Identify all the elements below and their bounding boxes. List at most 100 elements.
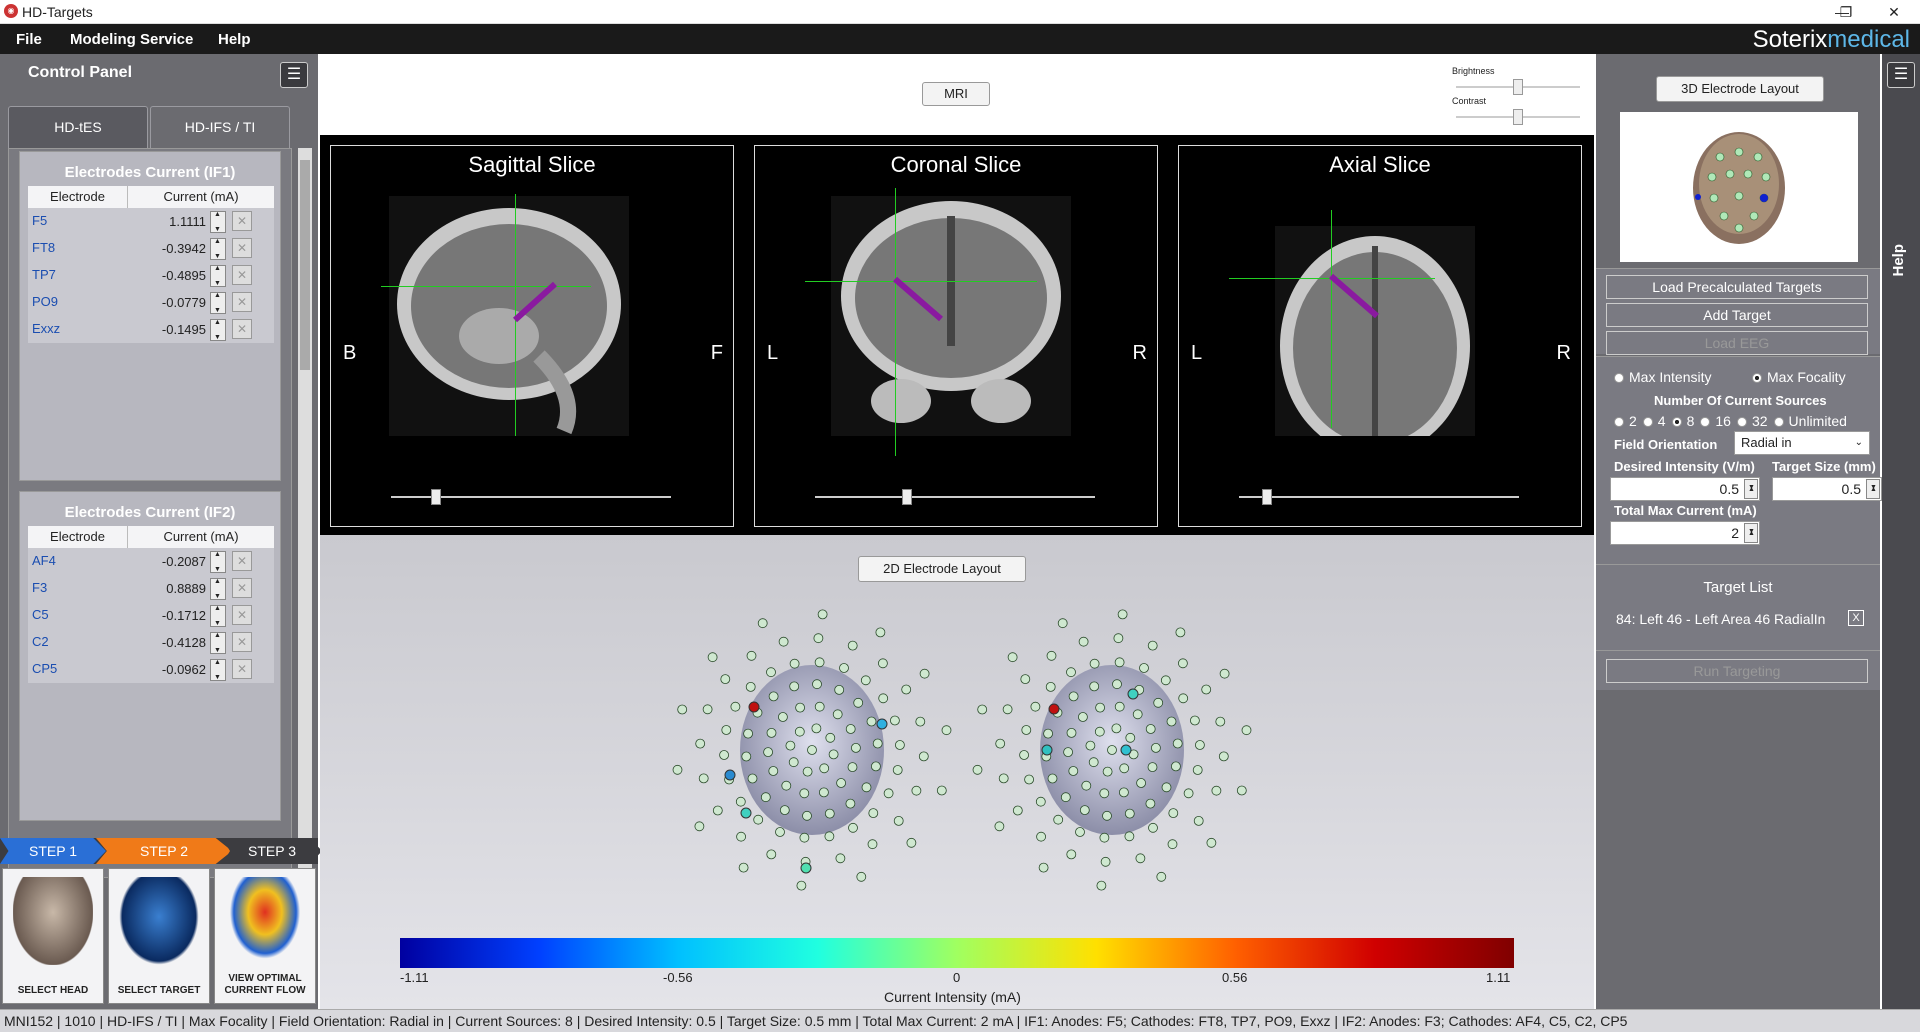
remove-electrode-button[interactable]: ✕ <box>232 551 252 571</box>
electrode-dot[interactable] <box>813 633 824 644</box>
electrode-dot[interactable] <box>1094 726 1105 737</box>
electrode-dot[interactable] <box>918 751 929 762</box>
electrode-dot[interactable] <box>1135 853 1146 864</box>
num-sources-option[interactable]: 4 <box>1642 413 1666 429</box>
electrode-dot[interactable] <box>1077 712 1088 722</box>
scrollbar-thumb[interactable] <box>300 160 310 370</box>
electrode-dot[interactable] <box>1168 808 1179 819</box>
layout-2d-button[interactable]: 2D Electrode Layout <box>858 556 1026 582</box>
current-spinner[interactable] <box>210 292 226 314</box>
electrode-dot[interactable] <box>747 773 758 784</box>
electrode-dot[interactable] <box>1043 728 1054 739</box>
tab-hd-ifs-ti[interactable]: HD-IFS / TI <box>150 106 290 148</box>
electrode-dot[interactable] <box>1078 636 1089 647</box>
electrode-dot[interactable] <box>832 709 843 720</box>
electrode-dot[interactable] <box>1068 766 1079 776</box>
cathode-electrode[interactable] <box>740 807 752 819</box>
num-sources-radio[interactable] <box>1671 417 1682 427</box>
electrode-name[interactable]: AF4 <box>32 553 56 568</box>
electrode-dot[interactable] <box>883 788 894 799</box>
electrode-dot[interactable] <box>1153 697 1164 708</box>
electrode-dot[interactable] <box>1178 658 1188 669</box>
electrode-dot[interactable] <box>1063 747 1074 758</box>
electrode-dot[interactable] <box>730 701 741 712</box>
cathode-electrode[interactable] <box>1120 744 1132 756</box>
electrode-dot[interactable] <box>825 732 836 743</box>
electrode-name[interactable]: TP7 <box>32 267 56 282</box>
electrode-dot[interactable] <box>817 609 828 620</box>
remove-electrode-button[interactable]: ✕ <box>232 319 252 339</box>
electrode-dot[interactable] <box>919 668 930 679</box>
electrode-dot[interactable] <box>1206 837 1217 848</box>
electrode-dot[interactable] <box>1096 880 1107 891</box>
cathode-electrode[interactable] <box>724 769 736 781</box>
field-orientation-select[interactable]: Radial in ⌄ <box>1734 431 1870 455</box>
electrode-dot[interactable] <box>1021 725 1032 735</box>
electrode-dot[interactable] <box>794 726 805 737</box>
cathode-electrode[interactable] <box>1041 744 1053 756</box>
select-target-card[interactable]: SELECT TARGET <box>108 868 210 1004</box>
electrode-dot[interactable] <box>1145 798 1156 809</box>
contrast-thumb[interactable] <box>1513 109 1523 125</box>
menu-modeling-service[interactable]: Modeling Service <box>70 31 193 48</box>
electrode-dot[interactable] <box>1124 808 1135 819</box>
electrode-dot[interactable] <box>866 716 877 727</box>
electrode-dot[interactable] <box>802 766 813 777</box>
electrode-dot[interactable] <box>870 761 881 772</box>
target-size-input[interactable]: 0.5 <box>1772 477 1882 501</box>
electrode-dot[interactable] <box>901 684 912 695</box>
cathode-electrode[interactable] <box>876 718 888 730</box>
slice-slider[interactable] <box>1239 496 1519 498</box>
electrode-dot[interactable] <box>672 764 683 775</box>
electrode-name[interactable]: PO9 <box>32 294 58 309</box>
electrode-dot[interactable] <box>1139 663 1149 673</box>
run-targeting-button[interactable]: Run Targeting <box>1606 659 1868 683</box>
electrode-dot[interactable] <box>1190 715 1200 726</box>
max-intensity-option[interactable]: Max Intensity <box>1614 369 1711 385</box>
electrode-dot[interactable] <box>1147 640 1158 651</box>
electrode-dot[interactable] <box>1145 724 1156 734</box>
electrode-dot[interactable] <box>1218 751 1229 762</box>
electrode-dot[interactable] <box>936 785 947 796</box>
electrode-dot[interactable] <box>1030 701 1041 712</box>
electrode-dot[interactable] <box>892 765 903 775</box>
electrode-dot[interactable] <box>872 738 883 749</box>
electrode-dot[interactable] <box>1053 814 1064 825</box>
electrode-dot[interactable] <box>1099 788 1110 799</box>
electrode-dot[interactable] <box>1147 762 1158 773</box>
electrode-dot[interactable] <box>868 808 879 819</box>
num-sources-radio[interactable] <box>1700 417 1711 427</box>
electrode-dot[interactable] <box>1219 668 1230 679</box>
electrode-dot[interactable] <box>789 681 800 692</box>
electrode-dot[interactable] <box>1047 773 1058 784</box>
electrode-dot[interactable] <box>1136 778 1147 788</box>
slice-slider[interactable] <box>815 496 1095 498</box>
electrode-name[interactable]: C5 <box>32 607 49 622</box>
electrode-dot[interactable] <box>1060 792 1071 803</box>
electrode-dot[interactable] <box>788 757 799 768</box>
electrode-dot[interactable] <box>1114 701 1125 712</box>
total-max-current-spinner[interactable] <box>1744 521 1758 545</box>
electrode-dot[interactable] <box>1124 831 1135 842</box>
electrode-dot[interactable] <box>893 815 904 826</box>
electrode-dot[interactable] <box>1167 839 1178 850</box>
remove-electrode-button[interactable]: ✕ <box>232 659 252 679</box>
electrode-dot[interactable] <box>1035 796 1046 807</box>
electrode-dot[interactable] <box>889 715 900 726</box>
electrode-current[interactable]: -0.4128 <box>148 635 206 650</box>
electrode-dot[interactable] <box>746 650 757 661</box>
electrode-dot[interactable] <box>847 762 858 773</box>
electrode-dot[interactable] <box>1066 727 1077 738</box>
layout-3d-button[interactable]: 3D Electrode Layout <box>1656 76 1824 102</box>
current-spinner[interactable] <box>210 632 226 654</box>
electrode-dot[interactable] <box>819 763 830 774</box>
electrode-dot[interactable] <box>741 751 752 762</box>
electrode-name[interactable]: CP5 <box>32 661 57 676</box>
current-spinner[interactable] <box>210 319 226 341</box>
remove-electrode-button[interactable]: ✕ <box>232 578 252 598</box>
electrode-dot[interactable] <box>998 773 1009 784</box>
add-target-button[interactable]: Add Target <box>1606 303 1868 327</box>
num-sources-option[interactable]: 2 <box>1614 413 1637 429</box>
electrode-dot[interactable] <box>1100 856 1111 867</box>
electrode-dot[interactable] <box>1057 618 1068 629</box>
